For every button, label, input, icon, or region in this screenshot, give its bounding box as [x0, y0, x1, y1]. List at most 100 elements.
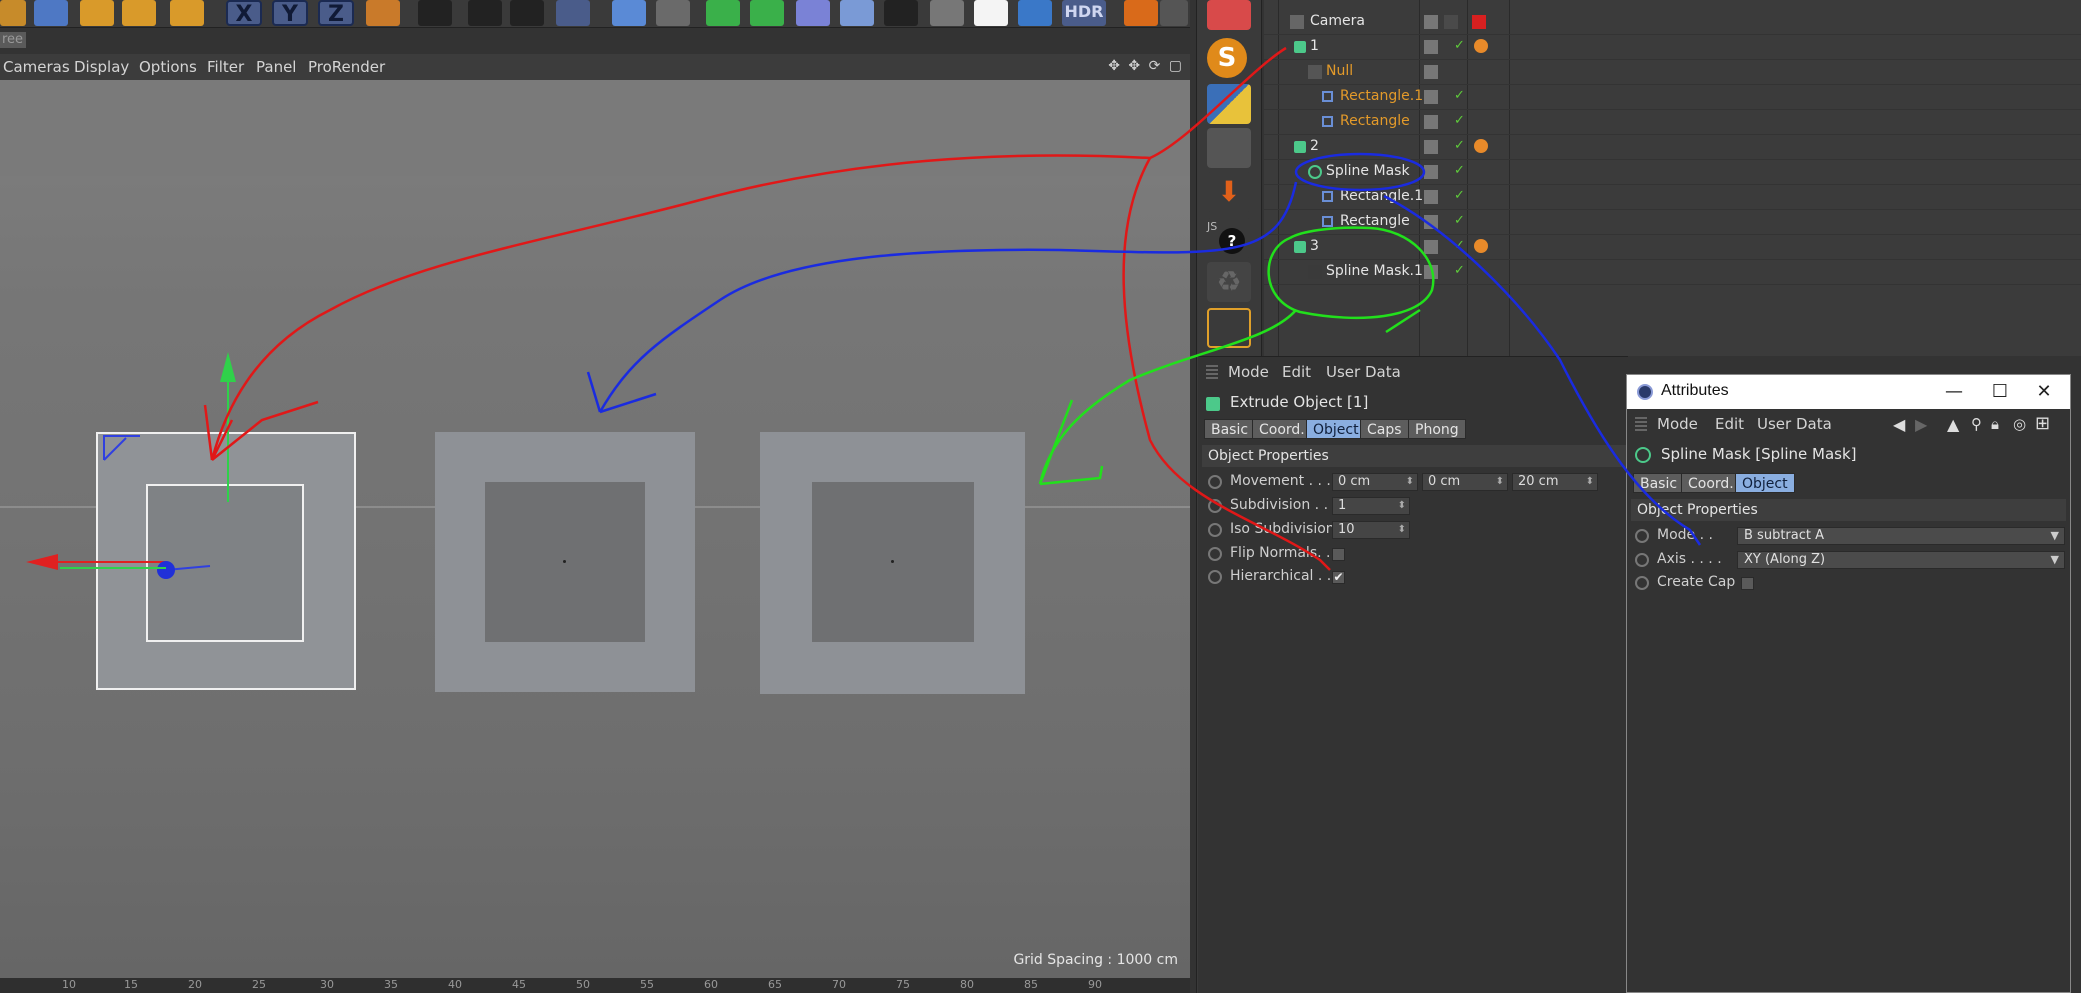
- target-icon[interactable]: ◎: [2013, 415, 2026, 433]
- subdivision-anim-icon[interactable]: [1208, 499, 1222, 513]
- enabled-check-icon[interactable]: ✓: [1454, 263, 1465, 278]
- enabled-check-icon[interactable]: ✓: [1454, 238, 1465, 253]
- tab-object[interactable]: Object: [1735, 473, 1795, 493]
- viewport-menu-display[interactable]: Display: [74, 58, 129, 76]
- subdivision-surface-icon[interactable]: [706, 0, 740, 26]
- tree-tab[interactable]: ree: [0, 32, 26, 48]
- attr-menu-user-data[interactable]: User Data: [1326, 363, 1401, 381]
- prorender-icon[interactable]: [556, 0, 590, 26]
- hierarchical-checkbox[interactable]: ✔: [1332, 571, 1345, 584]
- y-axis-lock-button[interactable]: Y: [272, 0, 308, 27]
- attrwin-menu-mode[interactable]: Mode: [1657, 415, 1698, 433]
- layer-settings-icon[interactable]: [1207, 308, 1251, 348]
- environment-icon[interactable]: [1018, 0, 1052, 26]
- render-view-icon[interactable]: [418, 0, 452, 26]
- viewport-navigation-icons[interactable]: ✥ ✥ ⟳ ▢: [1108, 58, 1184, 74]
- tab-phong[interactable]: Phong: [1408, 419, 1466, 439]
- brush-icon[interactable]: [1160, 0, 1188, 26]
- viewport-menu-filter[interactable]: Filter: [207, 58, 244, 76]
- object-row-rectangle[interactable]: Rectangle ✓: [1264, 110, 2081, 135]
- tab-basic[interactable]: Basic: [1204, 419, 1256, 439]
- sky-icon[interactable]: [974, 0, 1008, 26]
- visibility-dots-icon[interactable]: [1444, 15, 1458, 29]
- forward-arrow-icon[interactable]: ▶: [1915, 415, 1927, 434]
- hdr-button[interactable]: HDR: [1062, 0, 1106, 26]
- material-tag-icon[interactable]: [1474, 239, 1488, 253]
- minimize-button[interactable]: —: [1939, 379, 1969, 405]
- enabled-check-icon[interactable]: ✓: [1454, 188, 1465, 203]
- 3d-viewport[interactable]: Grid Spacing : 1000 cm: [0, 80, 1190, 978]
- object-row-rectangle-b[interactable]: Rectangle ✓: [1264, 210, 2081, 235]
- movement-z-field[interactable]: 20 cm ⬍: [1512, 473, 1598, 491]
- attr-menu-edit[interactable]: Edit: [1282, 363, 1311, 381]
- object-row-spline-mask[interactable]: Spline Mask ✓: [1264, 160, 2081, 185]
- object-row-null[interactable]: Null: [1264, 60, 2081, 85]
- render-picture-viewer-icon[interactable]: [468, 0, 502, 26]
- attr-menu-mode[interactable]: Mode: [1228, 363, 1269, 381]
- axis-gizmo[interactable]: [0, 80, 1190, 978]
- close-button[interactable]: ✕: [2029, 379, 2059, 405]
- python-generator-icon[interactable]: [1124, 0, 1158, 26]
- move-tool-icon[interactable]: [34, 0, 68, 26]
- deformer-icon[interactable]: [796, 0, 830, 26]
- tab-coord[interactable]: Coord.: [1252, 419, 1312, 439]
- object-row-rectangle-1-b[interactable]: Rectangle.1 ✓: [1264, 185, 2081, 210]
- python-icon[interactable]: [1207, 84, 1251, 124]
- material-tag-icon[interactable]: [1474, 39, 1488, 53]
- s-plugin-button[interactable]: S: [1207, 38, 1247, 78]
- object-row-camera[interactable]: Camera: [1264, 10, 2081, 35]
- select-tool-icon[interactable]: [0, 0, 26, 26]
- create-cap-anim-icon[interactable]: [1635, 576, 1649, 590]
- up-arrow-icon[interactable]: ▲: [1947, 415, 1959, 434]
- back-arrow-icon[interactable]: ◀: [1893, 415, 1905, 434]
- x-axis-lock-button[interactable]: X: [226, 0, 262, 27]
- coordinate-system-icon[interactable]: [366, 0, 400, 26]
- tab-caps[interactable]: Caps: [1360, 419, 1409, 439]
- tab-coord[interactable]: Coord.: [1681, 473, 1741, 493]
- movement-y-field[interactable]: 0 cm ⬍: [1422, 473, 1508, 491]
- attrwin-menu-user-data[interactable]: User Data: [1757, 415, 1832, 433]
- mode-anim-icon[interactable]: [1635, 529, 1649, 543]
- search-icon[interactable]: [1207, 128, 1251, 168]
- viewport-menu-prorender[interactable]: ProRender: [308, 58, 385, 76]
- timeline-ruler[interactable]: 10 15 20 25 30 35 40 45 50 55 60 65 70 7…: [0, 978, 1190, 993]
- search-icon[interactable]: ⚲: [1971, 415, 1982, 433]
- cube-icon[interactable]: [1207, 0, 1251, 30]
- object-row-2[interactable]: 2 ✓: [1264, 135, 2081, 160]
- scale-tool-icon[interactable]: [80, 0, 114, 26]
- mode-dropdown[interactable]: B subtract A ▼: [1737, 527, 2065, 545]
- flip-normals-anim-icon[interactable]: [1208, 547, 1222, 561]
- light-icon[interactable]: [930, 0, 964, 26]
- viewport-menu-options[interactable]: Options: [139, 58, 197, 76]
- movement-anim-icon[interactable]: [1208, 475, 1222, 489]
- lock-icon[interactable]: 🔒︎: [1991, 415, 1999, 433]
- js-help-button[interactable]: JS ?: [1207, 218, 1251, 258]
- enabled-check-icon[interactable]: ✓: [1454, 38, 1465, 53]
- tab-basic[interactable]: Basic: [1633, 473, 1685, 493]
- rotate-tool-icon[interactable]: [122, 0, 156, 26]
- maximize-button[interactable]: ☐: [1985, 379, 2015, 405]
- viewport-menu-cameras[interactable]: Cameras: [3, 58, 70, 76]
- material-tag-icon[interactable]: [1474, 139, 1488, 153]
- iso-subdivision-anim-icon[interactable]: [1208, 523, 1222, 537]
- hierarchical-anim-icon[interactable]: [1208, 570, 1222, 584]
- attributes-window-titlebar[interactable]: Attributes — ☐ ✕: [1627, 375, 2070, 409]
- object-row-spline-mask-1[interactable]: Spline Mask.1 ✓: [1264, 260, 2081, 285]
- render-settings-icon[interactable]: [510, 0, 544, 26]
- camera-icon[interactable]: [884, 0, 918, 26]
- floor-icon[interactable]: [840, 0, 874, 26]
- subdivision-field[interactable]: 1 ⬍: [1332, 497, 1410, 515]
- cloner-icon[interactable]: [750, 0, 784, 26]
- object-row-1[interactable]: 1 ✓: [1264, 35, 2081, 60]
- z-axis-lock-button[interactable]: Z: [318, 0, 354, 27]
- enabled-check-icon[interactable]: ✓: [1454, 88, 1465, 103]
- tab-object[interactable]: Object: [1306, 419, 1366, 439]
- new-panel-icon[interactable]: ⊞: [2035, 413, 2050, 434]
- iso-subdivision-field[interactable]: 10 ⬍: [1332, 521, 1410, 539]
- enabled-check-icon[interactable]: ✓: [1454, 138, 1465, 153]
- recycle-icon[interactable]: ♻: [1207, 262, 1251, 302]
- axis-dropdown[interactable]: XY (Along Z) ▼: [1737, 551, 2065, 569]
- enabled-check-icon[interactable]: ✓: [1454, 113, 1465, 128]
- transform-tool-icon[interactable]: [170, 0, 204, 26]
- enabled-check-icon[interactable]: ✓: [1454, 163, 1465, 178]
